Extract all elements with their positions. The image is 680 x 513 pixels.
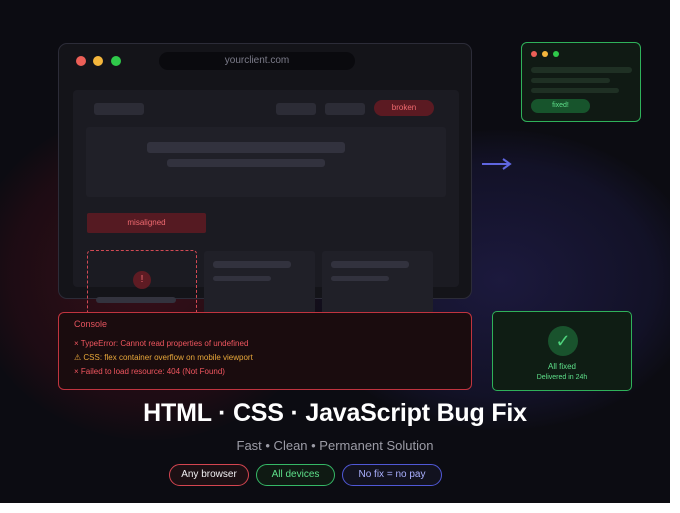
misaligned-button: misaligned bbox=[87, 213, 206, 233]
minimize-dot-icon bbox=[93, 56, 103, 66]
card-text-placeholder bbox=[213, 276, 271, 281]
nav-link-placeholder bbox=[276, 103, 316, 115]
broken-badge: broken bbox=[374, 100, 434, 116]
all-fixed-panel: ✓ All fixed Delivered in 24h bbox=[492, 311, 632, 391]
nav-logo-placeholder bbox=[94, 103, 144, 115]
content-placeholder bbox=[531, 78, 610, 83]
hero-subtitle-placeholder bbox=[167, 159, 325, 167]
card-title-placeholder bbox=[331, 261, 409, 268]
promo-canvas: yourclient.com broken misaligned ! fixed… bbox=[0, 0, 670, 503]
hero-section bbox=[86, 127, 446, 197]
content-card bbox=[322, 251, 433, 317]
maximize-dot-icon bbox=[553, 51, 559, 57]
content-placeholder bbox=[531, 88, 619, 93]
all-devices-badge: All devices bbox=[256, 464, 335, 486]
card-text-placeholder bbox=[331, 276, 389, 281]
nav-link-placeholder bbox=[325, 103, 365, 115]
console-error-line: × TypeError: Cannot read properties of u… bbox=[74, 339, 249, 348]
hero-title-placeholder bbox=[147, 142, 345, 153]
fixed-badge: fixed! bbox=[531, 99, 590, 113]
console-title: Console bbox=[74, 319, 108, 329]
close-dot-icon bbox=[76, 56, 86, 66]
console-warning-line: ⚠ CSS: flex container overflow on mobile… bbox=[74, 353, 253, 362]
fixed-browser-window: fixed! bbox=[521, 42, 641, 122]
minimize-dot-icon bbox=[542, 51, 548, 57]
website-preview: broken misaligned ! bbox=[73, 90, 459, 318]
delivery-time-label: Delivered in 24h bbox=[536, 374, 588, 381]
guarantee-badge: No fix = no pay bbox=[342, 464, 442, 486]
close-dot-icon bbox=[531, 51, 537, 57]
broken-card: ! bbox=[87, 250, 197, 318]
maximize-dot-icon bbox=[111, 56, 121, 66]
content-card bbox=[204, 251, 315, 317]
card-text-placeholder bbox=[96, 297, 176, 303]
all-fixed-label: All fixed bbox=[547, 362, 576, 371]
checkmark-icon: ✓ bbox=[548, 326, 578, 356]
any-browser-badge: Any browser bbox=[169, 464, 249, 486]
console-panel: Console × TypeError: Cannot read propert… bbox=[58, 312, 472, 390]
tagline: Fast • Clean • Permanent Solution bbox=[236, 438, 434, 453]
card-title-placeholder bbox=[213, 261, 291, 268]
content-placeholder bbox=[531, 67, 632, 73]
arrow-right-icon bbox=[482, 158, 512, 170]
address-bar: yourclient.com bbox=[159, 52, 355, 70]
headline: HTML · CSS · JavaScript Bug Fix bbox=[143, 399, 527, 427]
browser-window: yourclient.com broken misaligned ! bbox=[58, 43, 472, 318]
console-error-line: × Failed to load resource: 404 (Not Foun… bbox=[74, 367, 225, 376]
error-icon: ! bbox=[133, 271, 151, 289]
